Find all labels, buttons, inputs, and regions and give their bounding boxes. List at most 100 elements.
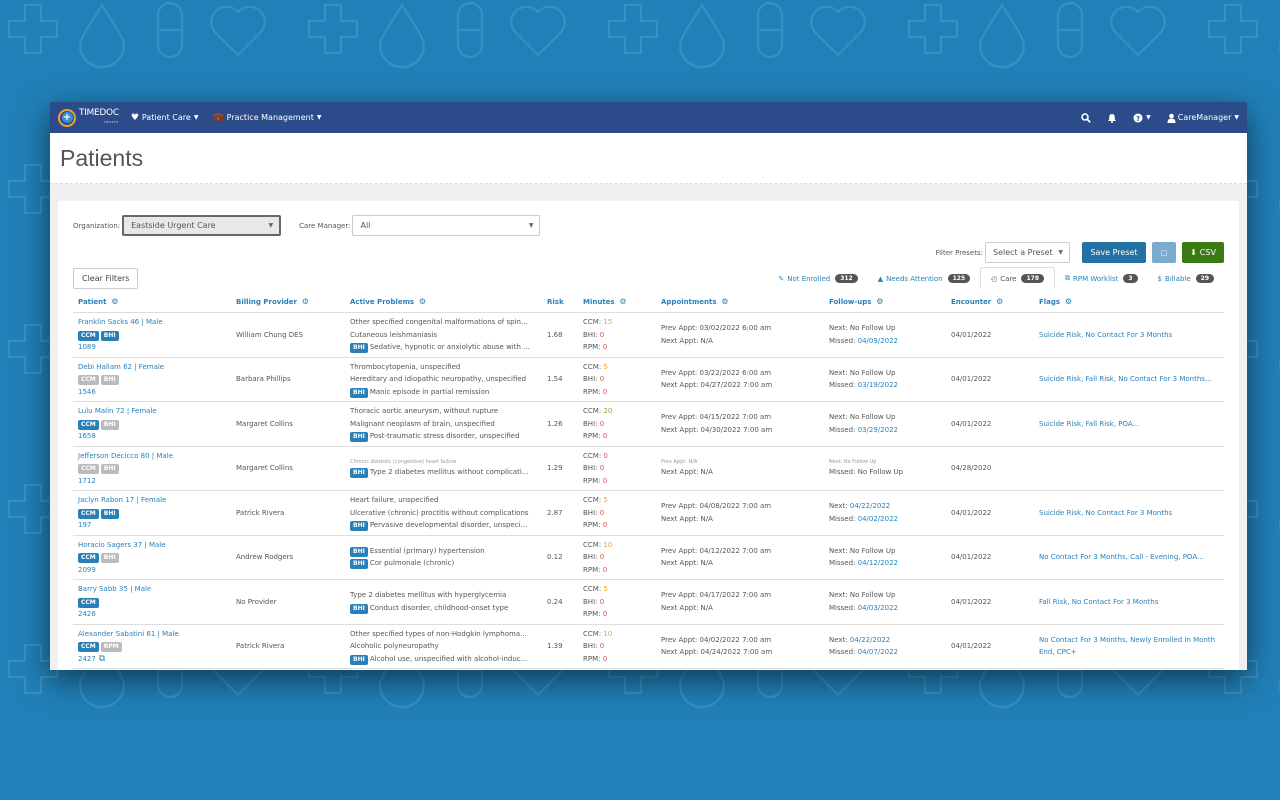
column-header-encounter[interactable]: Encounter ⚙: [946, 291, 1034, 313]
bell-icon[interactable]: [1107, 113, 1117, 123]
patient-name-link[interactable]: Jefferson Decicco 80 | Male: [78, 450, 226, 463]
patient-name-link[interactable]: Debi Hallam 62 | Female: [78, 361, 226, 374]
patient-id: 1546: [78, 386, 226, 399]
followup-missed-value[interactable]: 04/09/2022: [858, 337, 898, 345]
column-header-appointments[interactable]: Appointments ⚙: [656, 291, 824, 313]
column-header-minutes[interactable]: Minutes ⚙: [578, 291, 656, 313]
tab-not-enrolled[interactable]: ✎ Not Enrolled 312: [768, 268, 867, 289]
gear-icon[interactable]: ⚙: [416, 297, 426, 306]
patient-name-link[interactable]: Lulu Malin 72 | Female: [78, 405, 226, 418]
prev-appt: Prev Appt: N/A: [661, 458, 698, 465]
external-window-icon[interactable]: ⧉: [96, 654, 105, 664]
program-tag-ccm[interactable]: CCM: [78, 597, 99, 608]
followup-missed: Missed: 03/29/2022: [829, 424, 941, 437]
followup-next-value[interactable]: 04/22/2022: [850, 636, 890, 644]
nav-practice-management-label: Practice Management: [226, 113, 314, 122]
problem-text: Hereditary and idiopathic neuropathy, un…: [350, 375, 527, 383]
save-preset-button[interactable]: Save Preset: [1082, 242, 1146, 263]
program-tag-bhi[interactable]: BHI: [100, 330, 119, 341]
program-tag-bhi[interactable]: BHI: [100, 464, 119, 474]
flags-link[interactable]: No Contact For 3 Months, Newly Enrolled …: [1039, 636, 1215, 657]
program-tag-ccm[interactable]: CCM: [78, 375, 99, 385]
care-manager-select[interactable]: All ▼: [352, 215, 541, 236]
program-tag-ccm[interactable]: CCM: [78, 330, 99, 341]
tab-rpm-worklist[interactable]: ⧉ RPM Worklist 3: [1055, 268, 1148, 289]
flags-link[interactable]: Fall Risk, No Contact For 3 Months: [1039, 598, 1158, 606]
organization-select[interactable]: Eastside Urgent Care ▼: [122, 215, 282, 236]
flags-cell: Suicide Risk, No Contact For 3 Months: [1034, 312, 1224, 358]
gear-icon[interactable]: ⚙: [993, 297, 1003, 306]
program-tag-ccm[interactable]: CCM: [78, 419, 99, 430]
flags-link[interactable]: Suicide Risk, Fall Risk, POA...: [1039, 420, 1139, 428]
preset-select[interactable]: Select a Preset ▼: [985, 242, 1070, 263]
gear-icon[interactable]: ⚙: [719, 297, 728, 306]
followup-missed-value[interactable]: 04/02/2022: [858, 515, 898, 523]
followup-missed-value[interactable]: 03/19/2022: [858, 381, 898, 389]
column-header-risk[interactable]: Risk: [542, 291, 578, 313]
program-tag-bhi[interactable]: BHI: [100, 419, 119, 430]
minutes-value: 0: [602, 476, 608, 485]
gear-icon[interactable]: ⚙: [299, 297, 309, 306]
clear-filters-button[interactable]: Clear Filters: [73, 268, 139, 289]
followup-missed-value[interactable]: 04/07/2022: [858, 648, 898, 656]
program-tag-ccm[interactable]: CCM: [78, 508, 99, 519]
gear-icon[interactable]: ⚙: [873, 297, 883, 306]
flags-link[interactable]: Suicide Risk, No Contact For 3 Months: [1039, 331, 1172, 339]
billing-provider: Margaret Collins: [231, 401, 345, 447]
active-problems-cell: Other specified congenital malformations…: [345, 312, 542, 358]
column-header-billing-provider[interactable]: Billing Provider ⚙: [231, 291, 345, 313]
program-tag-ccm[interactable]: CCM: [78, 464, 99, 474]
minutes-value: 0: [599, 419, 605, 428]
patient-id: 1712: [78, 475, 226, 488]
column-header-active-problems[interactable]: Active Problems ⚙: [345, 291, 542, 313]
risk-score: 1.54: [542, 357, 578, 402]
navbar: + TIMEDOC HEALTH ♥ Patient Care ▼ 💼 Pract…: [50, 102, 1247, 133]
followup-next-label: Next:: [829, 591, 850, 600]
program-tag-rpm[interactable]: RPM: [100, 642, 122, 652]
tab-billable[interactable]: $ Billable 29: [1148, 268, 1224, 289]
gear-icon[interactable]: ⚙: [617, 297, 626, 306]
nav-patient-care[interactable]: ♥ Patient Care ▼: [131, 113, 199, 123]
patient-name-link[interactable]: Alexander Sabatini 61 | Male: [78, 628, 226, 641]
problem-text: Other specified congenital malformations…: [350, 318, 528, 326]
program-tag-ccm[interactable]: CCM: [78, 642, 99, 652]
minutes-label: CCM:: [583, 540, 604, 549]
square-button[interactable]: □: [1152, 242, 1176, 263]
patient-name-link[interactable]: Jaclyn Rabon 17 | Female: [78, 494, 226, 507]
next-appt: Next Appt: N/A: [661, 467, 713, 476]
followup-missed-value[interactable]: 04/03/2022: [858, 604, 898, 612]
followup-missed-value[interactable]: 04/12/2022: [858, 559, 898, 567]
brand-logo[interactable]: + TIMEDOC HEALTH: [58, 108, 119, 127]
patient-name-link[interactable]: Barry Sabb 35 | Male: [78, 583, 226, 596]
user-menu[interactable]: CareManager ▼: [1167, 113, 1239, 123]
program-tag-bhi[interactable]: BHI: [100, 553, 119, 563]
help-icon[interactable]: ? ▼: [1133, 113, 1151, 123]
followups-cell: Next: No Follow Up Missed: 04/09/2022: [824, 312, 946, 358]
gear-icon[interactable]: ⚙: [1062, 297, 1072, 306]
tab-needs-attention[interactable]: ▲ Needs Attention 125: [868, 268, 980, 289]
followup-next-value[interactable]: 04/22/2022: [850, 502, 890, 510]
flags-link[interactable]: Suicide Risk, Fall Risk, No Contact For …: [1039, 375, 1212, 383]
minutes-ccm: CCM: 10: [583, 628, 651, 641]
search-icon[interactable]: [1081, 112, 1091, 123]
nav-practice-management[interactable]: 💼 Practice Management ▼: [212, 113, 321, 123]
program-tag-bhi[interactable]: BHI: [100, 508, 119, 519]
followup-missed-value[interactable]: 03/29/2022: [858, 426, 898, 434]
column-header-patient[interactable]: Patient ⚙: [73, 291, 231, 313]
patient-name-link[interactable]: Horacio Sagers 37 | Male: [78, 539, 226, 552]
flags-link[interactable]: No Contact For 3 Months, Call - Evening,…: [1039, 553, 1204, 561]
minutes-value: 0: [603, 451, 608, 460]
encounter-date: 04/28/2020: [946, 446, 1034, 491]
column-header-flags[interactable]: Flags ⚙: [1034, 291, 1224, 313]
flags-link[interactable]: Suicide Risk, No Contact For 3 Months: [1039, 509, 1172, 517]
gear-icon[interactable]: ⚙: [109, 297, 118, 306]
patient-name-link[interactable]: Franklin Sacks 46 | Male: [78, 316, 226, 329]
column-header-follow-ups[interactable]: Follow-ups ⚙: [824, 291, 946, 313]
program-tag-ccm[interactable]: CCM: [78, 553, 99, 563]
program-tags: CCM BHI: [78, 329, 226, 342]
program-tag-bhi[interactable]: BHI: [100, 375, 119, 385]
tab-care[interactable]: ◴ Care 178: [980, 267, 1055, 289]
csv-export-button[interactable]: ⬇ CSV: [1182, 242, 1224, 263]
risk-score: 0.12: [542, 535, 578, 580]
minutes-value: 0: [599, 642, 605, 650]
